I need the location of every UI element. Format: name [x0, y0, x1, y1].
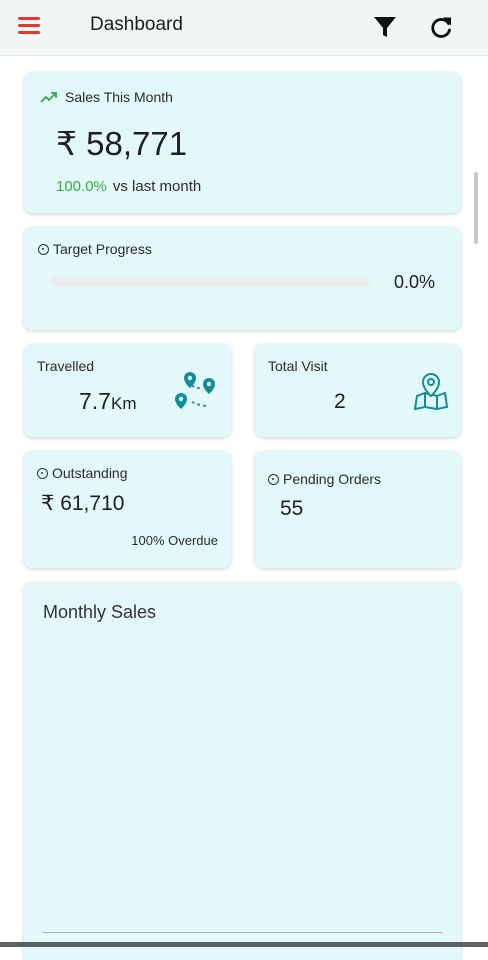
travelled-card[interactable]: Travelled 7.7Km [24, 344, 231, 437]
monthly-sales-title: Monthly Sales [43, 602, 157, 622]
outstanding-overdue: 100% Overdue [131, 533, 218, 548]
travelled-number: 7.7 [79, 388, 111, 414]
travelled-unit: Km [110, 394, 137, 413]
map-pin-icon [413, 372, 449, 410]
sales-comparison: 100.0% vs last month [56, 178, 201, 195]
outstanding-card[interactable]: Outstanding ₹ 61,710 100% Overdue [24, 451, 231, 568]
hamburger-menu-icon[interactable] [18, 15, 42, 37]
refresh-icon[interactable] [428, 14, 454, 40]
clock-icon [268, 473, 279, 485]
sales-change-text: vs last month [112, 178, 202, 195]
navigation-bar [0, 942, 488, 947]
outstanding-header: Outstanding [37, 465, 128, 481]
sales-this-month-card[interactable]: Sales This Month ₹ 58,771 100.0% vs last … [24, 72, 461, 213]
trend-up-icon [40, 92, 57, 103]
pending-orders-label: Pending Orders [283, 471, 382, 487]
target-label: Target Progress [53, 241, 152, 257]
pending-orders-header: Pending Orders [268, 471, 381, 487]
app-header: Dashboard [0, 0, 488, 56]
travelled-label: Travelled [37, 358, 95, 374]
page-title: Dashboard [90, 14, 183, 35]
sales-header: Sales This Month [40, 89, 173, 105]
sales-label: Sales This Month [65, 89, 173, 105]
clock-icon [37, 467, 48, 479]
target-progress-text: 0.0% [394, 272, 436, 292]
target-progress-bar [50, 277, 370, 286]
sales-change-pct: 100.0% [56, 178, 107, 195]
monthly-sales-axis [42, 932, 442, 933]
scrollbar[interactable] [474, 172, 478, 244]
monthly-sales-card: Monthly Sales [24, 582, 461, 960]
clock-icon [38, 243, 49, 255]
route-pins-icon [175, 372, 215, 409]
sales-value: ₹ 58,771 [56, 125, 188, 162]
total-visit-card[interactable]: Total Visit 2 [255, 344, 461, 437]
outstanding-value: ₹ 61,710 [41, 492, 125, 515]
total-visit-value: 2 [334, 390, 346, 413]
travelled-value: 7.7Km [79, 388, 136, 415]
pending-orders-value: 55 [280, 497, 304, 520]
filter-icon[interactable] [372, 14, 398, 40]
outstanding-label: Outstanding [52, 465, 128, 481]
total-visit-label: Total Visit [268, 358, 328, 374]
pending-orders-card[interactable]: Pending Orders 55 [255, 451, 461, 568]
target-header: Target Progress [38, 241, 152, 257]
target-progress-card[interactable]: Target Progress 0.0% [24, 227, 461, 330]
